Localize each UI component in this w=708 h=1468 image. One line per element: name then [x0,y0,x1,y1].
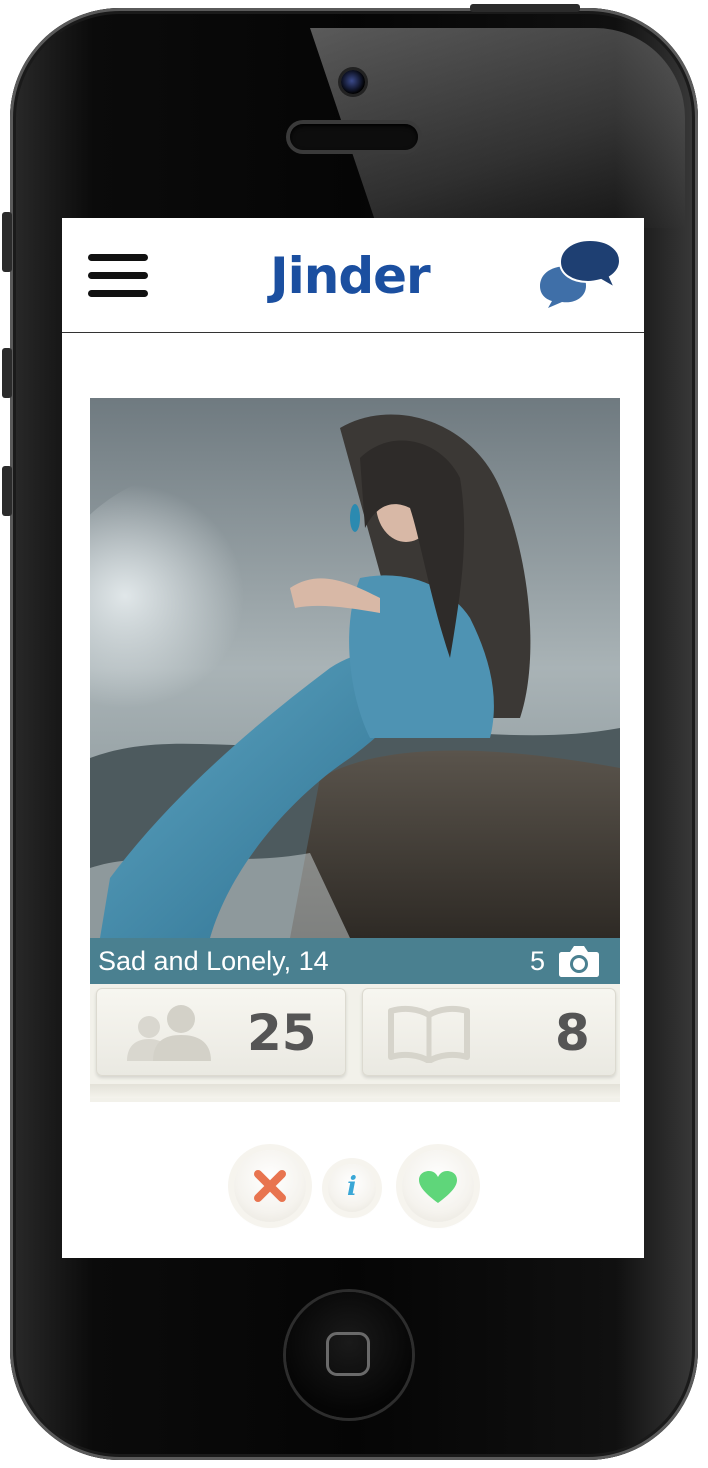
interests-stat[interactable]: 8 [362,988,616,1076]
mute-switch [2,212,12,272]
stats-shelf [90,1084,620,1098]
friends-stat[interactable]: 25 [96,988,346,1076]
earpiece-speaker [290,124,418,150]
app-header: Jinder [62,218,644,333]
friends-count: 25 [247,1004,317,1062]
like-button[interactable] [402,1150,474,1222]
action-bar: i [62,1136,644,1236]
hamburger-menu-icon[interactable] [88,254,148,298]
x-icon [254,1170,286,1202]
info-icon: i [347,1172,357,1202]
app-screen: Jinder Sad and Lonely, 14 5 25 8 i [62,218,644,1258]
chat-bubbles-icon[interactable] [538,238,622,308]
interests-count: 8 [555,1004,590,1062]
app-logo: Jinder [270,247,431,305]
front-camera [341,70,365,94]
home-button[interactable] [286,1292,412,1418]
photo-count: 5 [530,946,546,976]
power-button [470,4,580,12]
volume-down-button [2,466,12,516]
camera-icon [559,946,599,977]
info-button[interactable]: i [328,1164,376,1212]
profile-stats: 25 8 [90,984,620,1102]
profile-photo[interactable] [90,398,620,938]
profile-name-age: Sad and Lonely, 14 [98,946,329,976]
home-square-icon [326,1332,370,1376]
people-icon [127,1005,211,1061]
profile-name-bar[interactable]: Sad and Lonely, 14 5 [90,938,620,984]
dislike-button[interactable] [234,1150,306,1222]
heart-icon [419,1171,457,1203]
book-icon [388,1005,470,1063]
volume-up-button [2,348,12,398]
